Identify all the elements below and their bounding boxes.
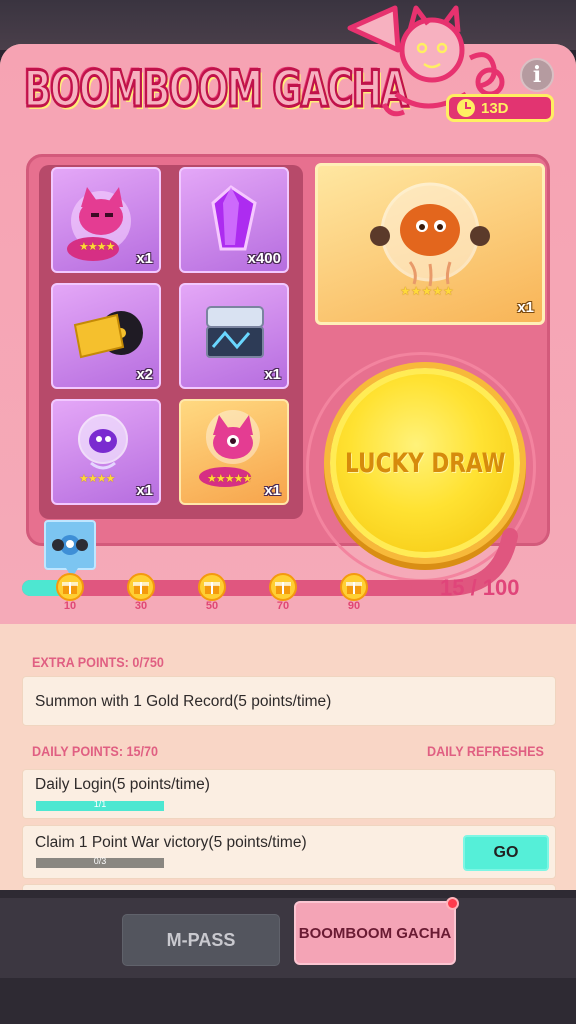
task-text: Claim 1 Point War victory(5 points/time) <box>35 834 307 851</box>
prize-tile-purple-octopus[interactable]: ★★★★ x1 <box>51 399 161 505</box>
prize-tile-chest[interactable]: x1 <box>179 283 289 389</box>
lucky-draw-label: LUCKY DRAW <box>344 447 506 479</box>
gift-icon <box>346 582 362 594</box>
milestone-gift-icon[interactable] <box>340 573 368 601</box>
prize-qty: x1 <box>136 482 153 499</box>
milestone-label: 50 <box>205 600 219 612</box>
star-rating: ★★★★★ <box>400 284 454 298</box>
prize-qty: x1 <box>136 250 153 267</box>
milestone-label: 70 <box>276 600 290 612</box>
prize-tile-gold-record[interactable]: x2 <box>51 283 161 389</box>
task-progress-bar: 0/3 <box>36 856 164 868</box>
prize-tile-pink-cat-gold[interactable]: ★★★★★ x1 <box>179 399 289 505</box>
tab-bar-inner <box>0 898 576 978</box>
task-progress-bar: 1/1 <box>36 799 164 811</box>
daily-points-heading: DAILY POINTS: 15/70 <box>32 743 159 759</box>
event-timer: 13D <box>446 94 554 122</box>
milestone-gift-icon[interactable] <box>198 573 226 601</box>
gift-icon <box>62 582 78 594</box>
prize-qty: x1 <box>517 299 534 316</box>
info-button[interactable]: i <box>520 58 554 92</box>
milestone-label: 10 <box>63 600 77 612</box>
headphone-pet-icon <box>52 535 88 555</box>
timer-text: 13D <box>481 99 509 117</box>
milestone-gift-icon[interactable] <box>269 573 297 601</box>
milestone-gift-icon[interactable] <box>127 573 155 601</box>
task-text: Summon with 1 Gold Record(5 points/time) <box>35 693 332 710</box>
prize-qty: x2 <box>136 366 153 383</box>
bottom-tab-bar <box>0 890 576 1024</box>
extra-task-row: Summon with 1 Gold Record(5 points/time) <box>22 676 556 726</box>
prize-qty: x1 <box>264 366 281 383</box>
tab-m-pass[interactable]: M-PASS <box>122 914 280 966</box>
star-rating: ★★★★ <box>79 473 115 485</box>
gift-icon <box>133 582 149 594</box>
task-progress-label: 0/3 <box>93 856 107 866</box>
tab-boomboom-gacha[interactable]: BOOMBOOM GACHA <box>294 901 456 965</box>
player-avatar-badge <box>44 520 96 578</box>
daily-task-row: Daily Login(5 points/time) 1/1 <box>22 769 556 819</box>
clock-icon <box>457 99 475 117</box>
task-progress-label: 1/1 <box>93 799 107 809</box>
prize-tile-gem[interactable]: x400 <box>179 167 289 273</box>
daily-refresh-note: DAILY REFRESHES <box>427 743 544 759</box>
milestone-label: 30 <box>134 600 148 612</box>
milestone-gift-icon[interactable] <box>56 573 84 601</box>
go-button[interactable]: GO <box>463 835 549 871</box>
extra-points-heading: EXTRA POINTS: 0/750 <box>32 654 164 670</box>
orange-octopus-pet-icon <box>370 182 490 287</box>
points-progress-count: 15 / 100 <box>440 575 520 600</box>
gift-icon <box>275 582 291 594</box>
task-text: Daily Login(5 points/time) <box>35 776 210 793</box>
star-rating: ★★★★★ <box>207 473 252 485</box>
gift-icon <box>204 582 220 594</box>
notification-dot <box>446 897 459 910</box>
prize-qty: x400 <box>247 250 281 267</box>
milestone-label: 90 <box>347 600 361 612</box>
prize-qty: x1 <box>264 482 281 499</box>
featured-prize-tile[interactable]: ★★★★★ x1 <box>315 163 545 325</box>
prize-tile-pink-cat[interactable]: ★★★★ x1 <box>51 167 161 273</box>
star-rating: ★★★★ <box>79 241 115 253</box>
